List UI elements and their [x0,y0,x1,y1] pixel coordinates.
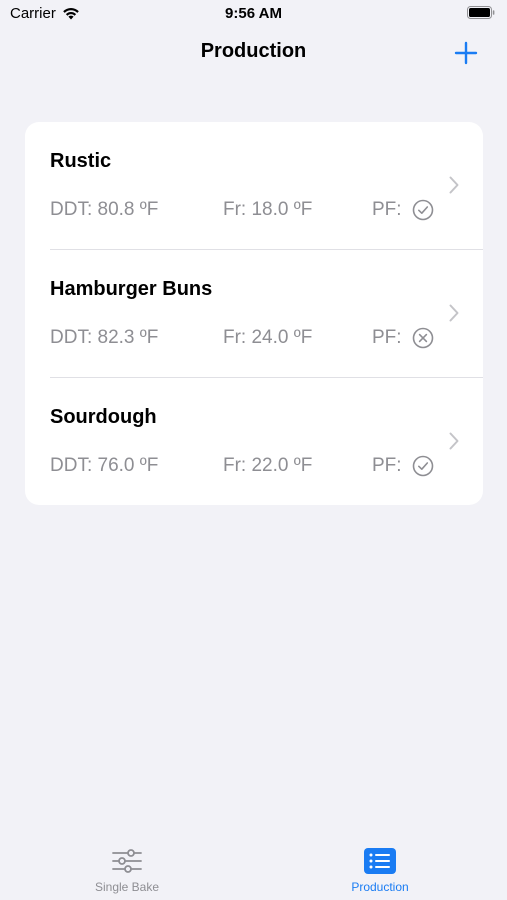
chevron-right-icon [449,176,459,194]
list-item[interactable]: Rustic DDT: 80.8 ºF Fr: 18.0 ºF PF: [25,122,483,250]
battery-icon [467,6,495,19]
ddt-value: DDT: 76.0 ºF [50,455,159,476]
friction-value: Fr: 18.0 ºF [223,199,313,220]
x-circle-icon [412,327,434,349]
ddt-value: DDT: 80.8 ºF [50,199,159,220]
status-bar: Carrier 9:56 AM [0,0,507,28]
status-time: 9:56 AM [225,5,282,22]
checkmark-circle-icon [412,199,434,221]
nav-bar: Production [0,30,507,74]
list-item[interactable]: Hamburger Buns DDT: 82.3 ºF Fr: 24.0 ºF … [25,250,483,378]
tab-single-bake[interactable]: Single Bake [67,840,187,900]
pf-label: PF: [372,327,402,348]
checkmark-circle-icon [412,455,434,477]
list-item[interactable]: Sourdough DDT: 76.0 ºF Fr: 22.0 ºF PF: [25,378,483,505]
recipe-title: Hamburger Buns [50,278,213,300]
tab-label: Production [351,880,409,894]
chevron-right-icon [449,304,459,322]
page-title: Production [200,40,307,62]
tab-production[interactable]: Production [320,840,440,900]
recipe-title: Sourdough [50,406,157,428]
plus-icon[interactable] [451,38,481,68]
friction-value: Fr: 24.0 ºF [223,327,313,348]
tab-bar: Single Bake Production [0,840,507,900]
chevron-right-icon [449,432,459,450]
list-icon [364,848,396,874]
recipe-title: Rustic [50,150,112,172]
pf-label: PF: [372,455,402,476]
pf-label: PF: [372,199,402,220]
ddt-value: DDT: 82.3 ºF [50,327,159,348]
tab-label: Single Bake [94,880,160,894]
sliders-icon [112,849,142,873]
friction-value: Fr: 22.0 ºF [223,455,313,476]
production-list: Rustic DDT: 80.8 ºF Fr: 18.0 ºF PF: Hamb… [25,122,483,505]
